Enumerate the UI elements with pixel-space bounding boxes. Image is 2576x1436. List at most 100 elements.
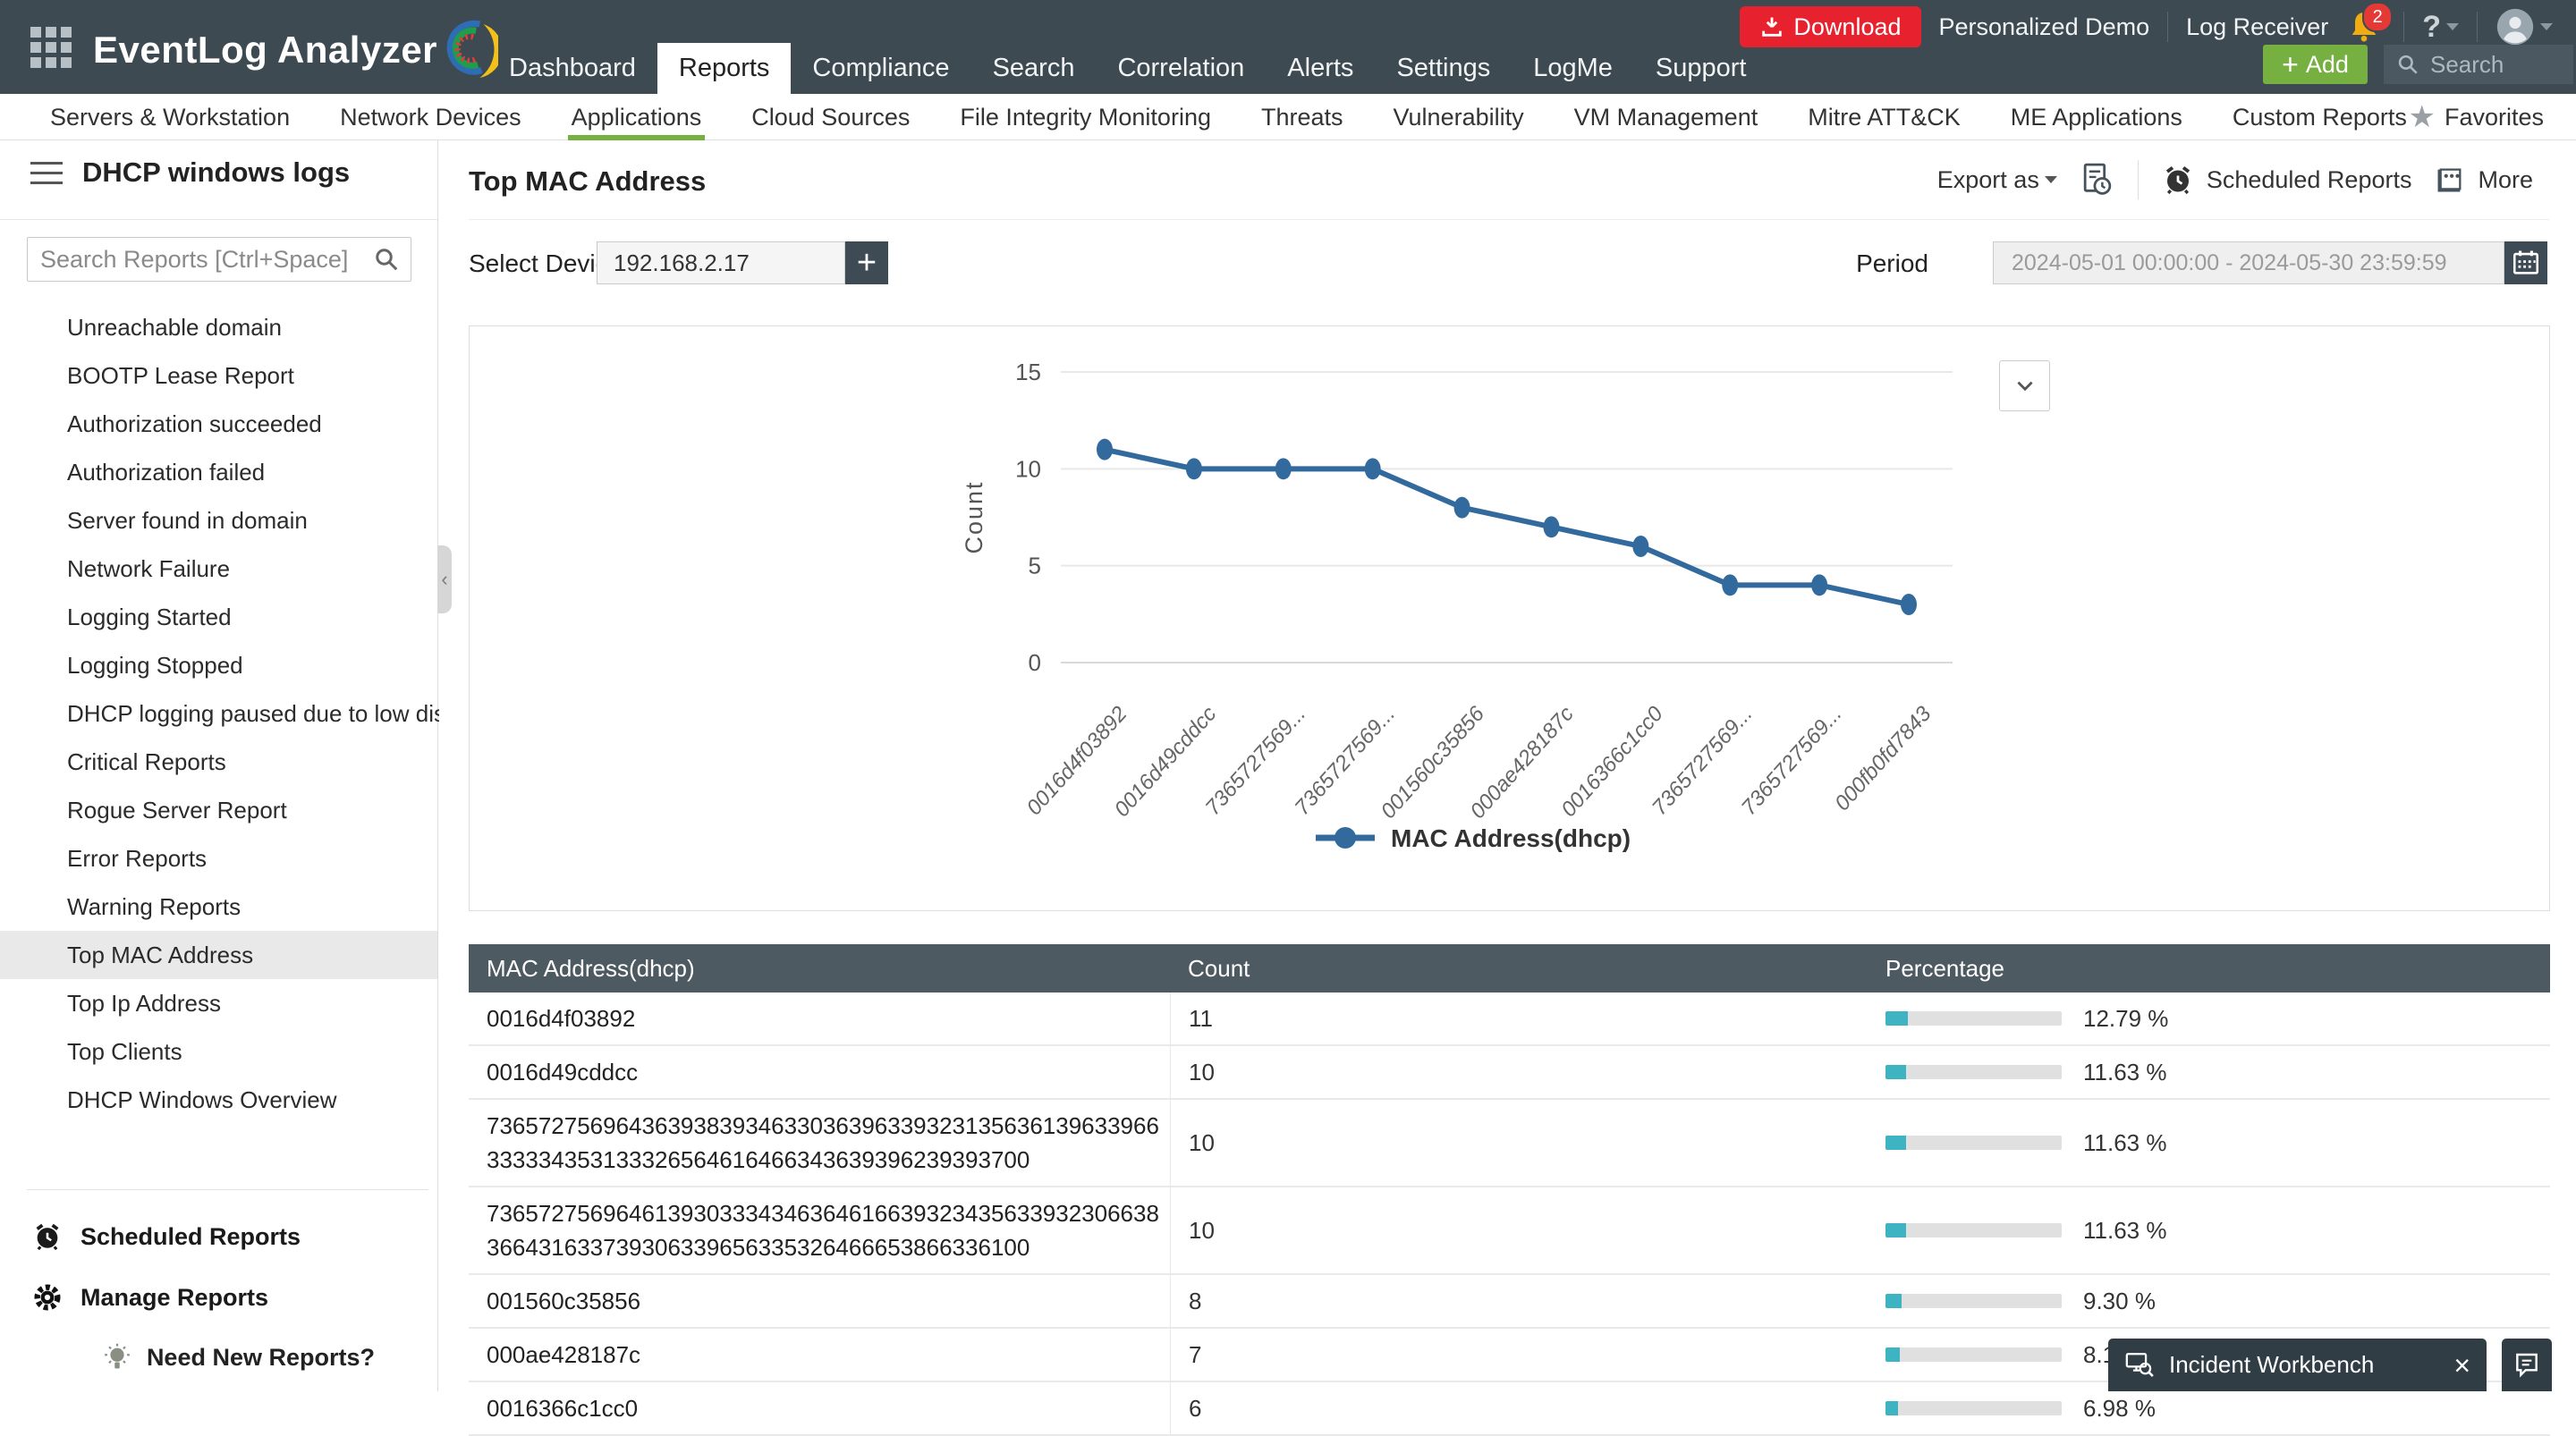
sidebar-item-server-found-in-domain[interactable]: Server found in domain: [0, 496, 437, 545]
column-header-mac[interactable]: MAC Address(dhcp): [469, 955, 1170, 983]
nav-tab-search[interactable]: Search: [971, 43, 1097, 94]
search-icon: [2396, 53, 2419, 76]
feedback-chat-button[interactable]: [2502, 1339, 2552, 1391]
sidebar-item-rogue-server-report[interactable]: Rogue Server Report: [0, 786, 437, 834]
personalized-demo-link[interactable]: Personalized Demo: [1939, 13, 2150, 41]
percentage-cell: 12.79 %: [1868, 993, 2550, 1044]
user-avatar-icon: [2496, 7, 2535, 46]
help-menu[interactable]: ?: [2422, 10, 2459, 45]
sidebar-item-unreachable-domain[interactable]: Unreachable domain: [0, 303, 437, 351]
subnav-tab-network-devices[interactable]: Network Devices: [315, 94, 547, 140]
table-row[interactable]: 7365727569646139303334346364616639323435…: [469, 1187, 2550, 1275]
sidebar-item-dhcp-logging-paused-due-to-low-disk[interactable]: DHCP logging paused due to low disk: [0, 689, 437, 738]
sidebar-manage-reports[interactable]: Manage Reports: [32, 1282, 268, 1313]
divider: [27, 1189, 428, 1190]
notifications-bell[interactable]: 2: [2346, 7, 2385, 46]
subnav-tab-servers-workstation[interactable]: Servers & Workstation: [25, 94, 315, 140]
hamburger-menu-icon[interactable]: [30, 162, 63, 184]
percentage-bar-fill: [1885, 1294, 1902, 1308]
add-button[interactable]: + Add: [2263, 45, 2368, 84]
column-header-count[interactable]: Count: [1170, 955, 1868, 983]
header-actions: Download Personalized Demo Log Receiver …: [1740, 5, 2553, 48]
user-menu[interactable]: [2496, 7, 2553, 46]
divider: [2403, 12, 2404, 42]
scheduled-reports-toolbar-label: Scheduled Reports: [2207, 166, 2412, 194]
nav-tab-dashboard[interactable]: Dashboard: [487, 43, 657, 94]
svg-text:0: 0: [1029, 649, 1041, 676]
incident-workbench-bar[interactable]: Incident Workbench ×: [2108, 1339, 2487, 1391]
sidebar: DHCP windows logs Unreachable domainBOOT…: [0, 140, 438, 1391]
favorites-button[interactable]: ★ Favorites: [2408, 94, 2544, 140]
subnav-tab-mitre-att-ck[interactable]: Mitre ATT&CK: [1783, 94, 1986, 140]
sidebar-item-dhcp-windows-overview[interactable]: DHCP Windows Overview: [0, 1076, 437, 1124]
sidebar-item-error-reports[interactable]: Error Reports: [0, 834, 437, 883]
report-search-box[interactable]: [27, 237, 411, 282]
sidebar-item-logging-started[interactable]: Logging Started: [0, 593, 437, 641]
nav-tab-logme[interactable]: LogMe: [1512, 43, 1634, 94]
table-row[interactable]: 001560c3585689.30 %: [469, 1275, 2550, 1329]
need-new-reports-link[interactable]: Need New Reports?: [102, 1341, 375, 1373]
chart-collapse-button[interactable]: [1999, 360, 2050, 411]
nav-tab-settings[interactable]: Settings: [1375, 43, 1512, 94]
period-input[interactable]: 2024-05-01 00:00:00 - 2024-05-30 23:59:5…: [1993, 241, 2504, 284]
nav-tab-reports[interactable]: Reports: [657, 43, 792, 94]
table-row[interactable]: 7365727569643639383934633036396339323135…: [469, 1100, 2550, 1187]
subnav-tab-me-applications[interactable]: ME Applications: [1986, 94, 2207, 140]
sidebar-item-warning-reports[interactable]: Warning Reports: [0, 883, 437, 931]
sidebar-scheduled-reports[interactable]: Scheduled Reports: [32, 1221, 301, 1252]
count-cell: 6: [1170, 1382, 1868, 1434]
star-icon: ★: [2408, 102, 2435, 132]
sidebar-item-authorization-failed[interactable]: Authorization failed: [0, 448, 437, 496]
nav-tab-alerts[interactable]: Alerts: [1266, 43, 1375, 94]
sidebar-item-top-mac-address[interactable]: Top MAC Address: [0, 931, 437, 979]
sidebar-item-logging-stopped[interactable]: Logging Stopped: [0, 641, 437, 689]
table-row[interactable]: 0016d4f038921112.79 %: [469, 993, 2550, 1046]
subnav-tab-vulnerability[interactable]: Vulnerability: [1368, 94, 1549, 140]
subnav-tab-file-integrity-monitoring[interactable]: File Integrity Monitoring: [935, 94, 1236, 140]
app-grid-icon[interactable]: [30, 27, 72, 68]
scheduled-reports-button[interactable]: Scheduled Reports: [2162, 164, 2412, 196]
sidebar-item-authorization-succeeded[interactable]: Authorization succeeded: [0, 400, 437, 448]
calendar-button[interactable]: [2504, 241, 2547, 284]
period-label: Period: [1856, 249, 1928, 278]
alarm-clock-icon: [32, 1221, 63, 1252]
sidebar-item-network-failure[interactable]: Network Failure: [0, 545, 437, 593]
divider: [2138, 160, 2139, 199]
subnav-tab-threats[interactable]: Threats: [1236, 94, 1368, 140]
global-search-placeholder: Search: [2430, 51, 2504, 79]
favorites-label: Favorites: [2445, 104, 2544, 131]
percentage-bar-fill: [1885, 1223, 1906, 1237]
gear-icon: [32, 1282, 63, 1313]
sidebar-item-top-ip-address[interactable]: Top Ip Address: [0, 979, 437, 1027]
sidebar-title: DHCP windows logs: [82, 156, 350, 189]
device-input[interactable]: 192.168.2.17: [597, 241, 845, 284]
percentage-label: 9.30 %: [2083, 1284, 2156, 1318]
report-search-input[interactable]: [28, 246, 373, 274]
sidebar-item-bootp-lease-report[interactable]: BOOTP Lease Report: [0, 351, 437, 400]
add-device-button[interactable]: +: [845, 241, 888, 284]
subnav-tab-vm-management[interactable]: VM Management: [1549, 94, 1784, 140]
sidebar-item-critical-reports[interactable]: Critical Reports: [0, 738, 437, 786]
column-header-percentage[interactable]: Percentage: [1868, 955, 2550, 983]
close-icon[interactable]: ×: [2453, 1351, 2470, 1380]
log-receiver-link[interactable]: Log Receiver: [2186, 13, 2328, 41]
nav-tab-correlation[interactable]: Correlation: [1096, 43, 1266, 94]
sidebar-item-top-clients[interactable]: Top Clients: [0, 1027, 437, 1076]
nav-tab-compliance[interactable]: Compliance: [791, 43, 970, 94]
export-schedule-icon[interactable]: [2080, 162, 2114, 198]
count-cell: 10: [1170, 1100, 1868, 1186]
nav-tab-support[interactable]: Support: [1634, 43, 1768, 94]
more-menu-button[interactable]: More: [2435, 165, 2533, 195]
page-title: Top MAC Address: [469, 165, 706, 198]
sidebar-collapse-handle[interactable]: ‹: [437, 545, 452, 613]
download-button[interactable]: Download: [1740, 6, 1920, 47]
subnav-tab-custom-reports[interactable]: Custom Reports: [2207, 94, 2432, 140]
global-search[interactable]: Search: [2384, 45, 2573, 84]
table-row[interactable]: 0016d49cddcc1011.63 %: [469, 1046, 2550, 1100]
export-as-dropdown[interactable]: Export as: [1937, 166, 2057, 194]
incident-workbench-label: Incident Workbench: [2169, 1351, 2439, 1379]
subnav-tab-applications[interactable]: Applications: [547, 94, 727, 140]
download-icon: [1759, 14, 1784, 39]
subnav-tab-cloud-sources[interactable]: Cloud Sources: [726, 94, 935, 140]
percentage-cell: 9.30 %: [1868, 1275, 2550, 1327]
